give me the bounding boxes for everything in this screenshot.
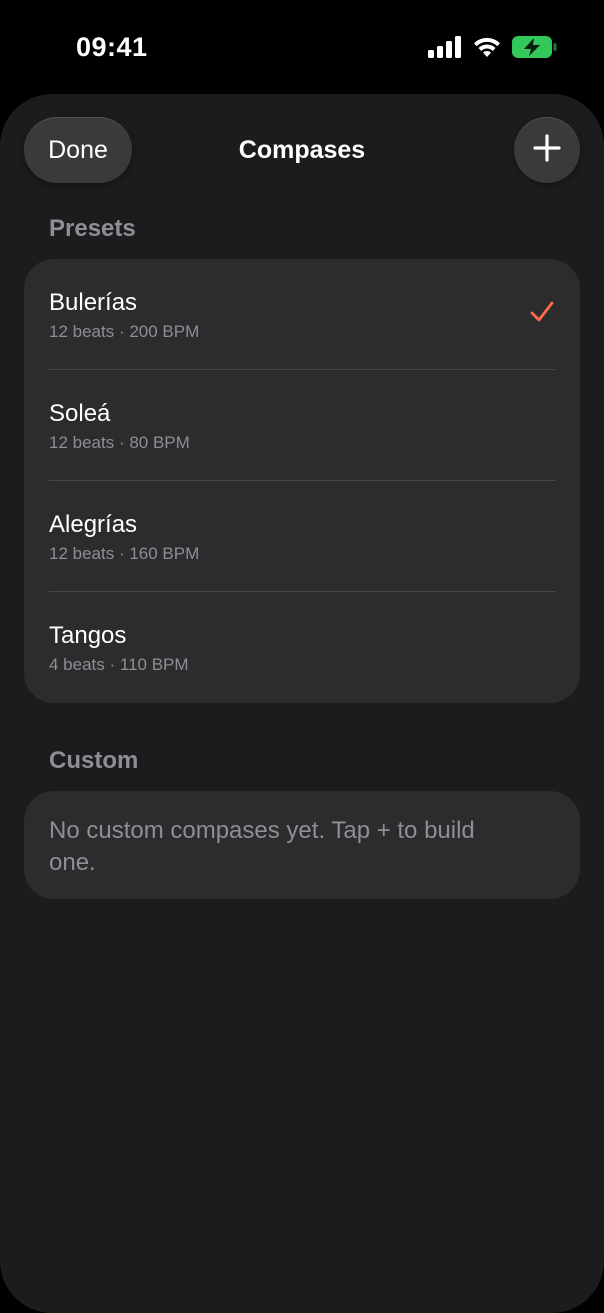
checkmark-icon bbox=[530, 301, 554, 328]
signal-icon bbox=[428, 36, 462, 63]
status-time: 09:41 bbox=[76, 32, 148, 62]
preset-row-bulerias[interactable]: Bulerías 12 beats · 200 BPM bbox=[24, 259, 580, 370]
preset-title: Alegrías bbox=[49, 511, 138, 538]
preset-title: Bulerías bbox=[49, 289, 138, 316]
plus-icon bbox=[532, 133, 562, 168]
preset-subtitle: 12 beats · 80 BPM bbox=[49, 433, 190, 452]
add-compas-button[interactable] bbox=[514, 117, 580, 183]
presets-list: Bulerías 12 beats · 200 BPM Soleá 12 bea… bbox=[24, 259, 580, 703]
preset-subtitle: 12 beats · 200 BPM bbox=[49, 322, 200, 341]
preset-row-alegrias[interactable]: Alegrías 12 beats · 160 BPM bbox=[24, 481, 580, 592]
preset-row-tangos[interactable]: Tangos 4 beats · 110 BPM bbox=[24, 592, 580, 703]
custom-empty-card: No custom compases yet. Tap + to build o… bbox=[24, 791, 580, 899]
navigation-bar: Done Compases bbox=[0, 94, 604, 212]
battery-charging-icon bbox=[512, 36, 558, 63]
status-bar: 09:41 bbox=[0, 0, 604, 94]
custom-section-header: Custom bbox=[49, 747, 139, 774]
compases-sheet: Done Compases Presets Bulerías 12 beats … bbox=[0, 94, 604, 1313]
preset-row-solea[interactable]: Soleá 12 beats · 80 BPM bbox=[24, 370, 580, 481]
status-icons bbox=[428, 36, 558, 63]
presets-section-header: Presets bbox=[49, 215, 136, 242]
empty-state-message: No custom compases yet. Tap + to build o… bbox=[49, 817, 475, 876]
preset-title: Tangos bbox=[49, 622, 127, 649]
wifi-icon bbox=[472, 36, 502, 63]
preset-subtitle: 4 beats · 110 BPM bbox=[49, 655, 189, 674]
preset-title: Soleá bbox=[49, 400, 111, 427]
preset-subtitle: 12 beats · 160 BPM bbox=[49, 544, 200, 563]
